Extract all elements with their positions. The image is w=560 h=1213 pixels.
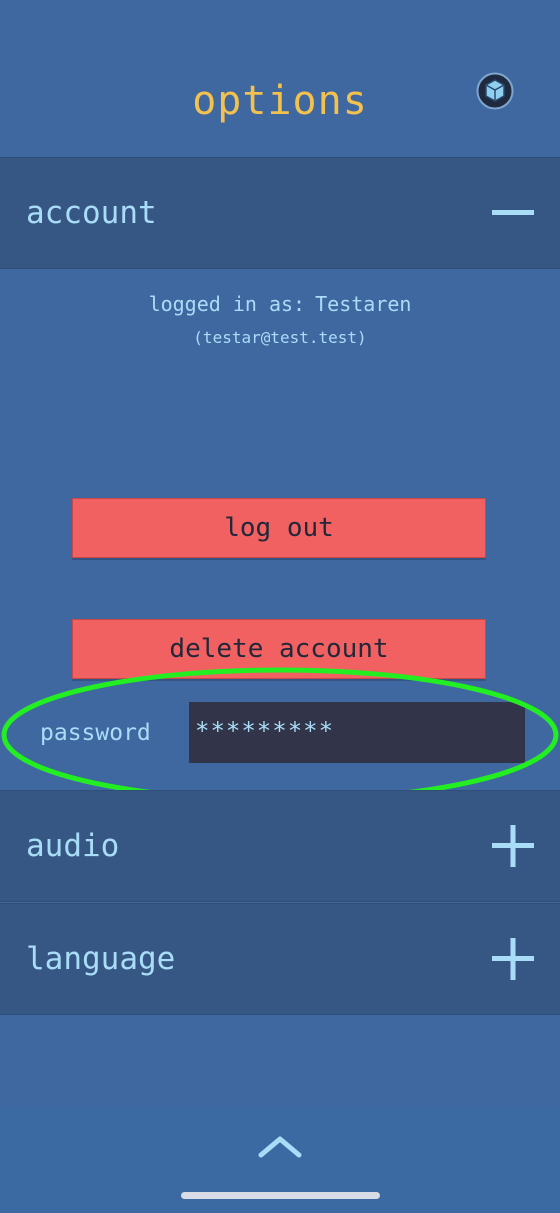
audio-section-header[interactable]: audio [0, 790, 560, 902]
log-out-button[interactable]: log out [72, 498, 486, 558]
plus-icon[interactable] [492, 938, 534, 980]
language-section-header[interactable]: language [0, 903, 560, 1015]
logged-in-status: logged in as: Testaren [0, 292, 560, 316]
password-field[interactable]: ********* [189, 702, 525, 763]
logged-in-prefix: logged in as: [148, 292, 306, 316]
delete-account-button[interactable]: delete account [72, 619, 486, 679]
minus-icon[interactable] [492, 192, 534, 234]
cube-icon[interactable] [476, 72, 514, 110]
username: Testaren [315, 292, 412, 316]
password-label: password [40, 720, 151, 746]
plus-icon[interactable] [492, 825, 534, 867]
chevron-up-icon[interactable] [258, 1134, 302, 1158]
user-email: (testar@test.test) [193, 328, 367, 347]
language-section-label: language [26, 941, 176, 977]
audio-section-label: audio [26, 828, 120, 864]
account-section-label: account [26, 195, 157, 231]
home-indicator [181, 1192, 380, 1199]
account-section-header[interactable]: account [0, 157, 560, 269]
